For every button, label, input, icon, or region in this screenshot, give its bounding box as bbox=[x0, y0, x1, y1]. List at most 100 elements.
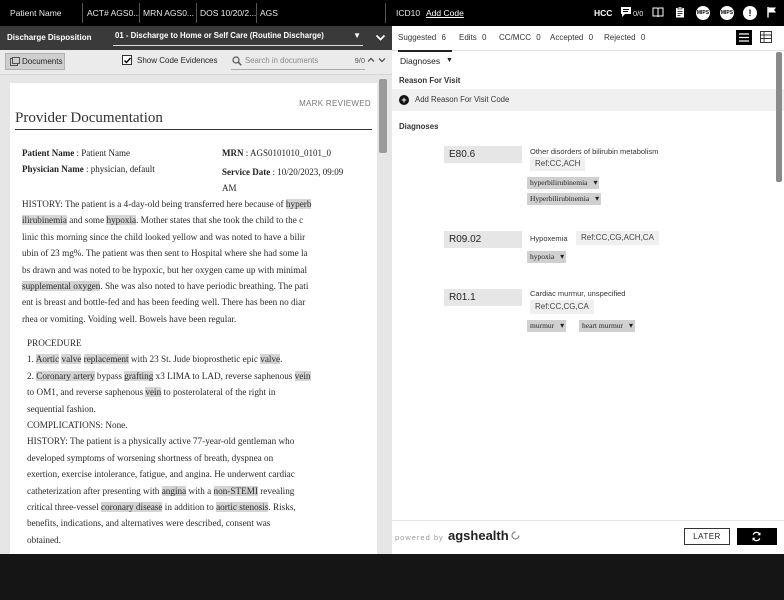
title-divider bbox=[15, 129, 372, 130]
evidence-tag[interactable]: hyperbilirubinemia bbox=[527, 177, 600, 189]
tab-accepted[interactable]: Accepted 0 bbox=[550, 26, 593, 50]
discharge-value: 01 - Discharge to Home or Self Care (Rou… bbox=[115, 31, 324, 40]
message-count: 0/0 bbox=[633, 9, 644, 18]
show-code-evidences-checkbox[interactable] bbox=[122, 55, 132, 65]
grid-view-icon[interactable] bbox=[760, 31, 772, 45]
tab-rejected[interactable]: Rejected 0 bbox=[604, 26, 645, 50]
code-description: Cardiac murmur, unspecified bbox=[530, 289, 626, 298]
caret-down-icon: ▼ bbox=[446, 57, 453, 64]
divider bbox=[139, 3, 140, 23]
divider bbox=[196, 3, 197, 23]
add-reason-label: Add Reason For Visit Code bbox=[415, 95, 510, 104]
code-box[interactable]: E80.6 bbox=[444, 146, 522, 163]
code-tabs: Suggested 6 Edits 0 CC/MCC 0 Accepted 0 … bbox=[392, 26, 784, 52]
documents-icon bbox=[10, 57, 20, 68]
tab-edits-count: 0 bbox=[482, 33, 487, 42]
panel-scrollbar[interactable] bbox=[776, 52, 782, 182]
hcc-label[interactable]: HCC bbox=[594, 0, 612, 26]
history-paragraph: HISTORY: The patient is a 4-day-old bein… bbox=[22, 199, 312, 324]
physician-name-label: Physician Name bbox=[22, 164, 84, 174]
divider bbox=[385, 3, 386, 23]
divider bbox=[82, 3, 83, 23]
powered-by-label: powered by bbox=[395, 533, 444, 542]
coding-panel: Suggested 6 Edits 0 CC/MCC 0 Accepted 0 … bbox=[392, 26, 784, 555]
chevron-down-icon[interactable] bbox=[378, 56, 386, 66]
documents-label: Documents bbox=[22, 57, 63, 66]
discharge-label: Discharge Disposition bbox=[7, 33, 92, 42]
code-description: Other disorders of bilirubin metabolism bbox=[530, 147, 659, 156]
code-box[interactable]: R01.1 bbox=[444, 289, 522, 306]
mrn-number: MRN AGS0... bbox=[143, 8, 195, 18]
book-icon[interactable] bbox=[651, 6, 665, 20]
reason-for-visit-heading: Reason For Visit bbox=[399, 76, 461, 85]
discharge-select[interactable]: 01 - Discharge to Home or Self Care (Rou… bbox=[113, 29, 363, 46]
search-input[interactable]: Search in documents bbox=[245, 53, 318, 69]
evidence-tag[interactable]: murmur bbox=[527, 320, 567, 332]
add-reason-row[interactable]: + Add Reason For Visit Code bbox=[392, 89, 784, 111]
code-description: Hypoxemia bbox=[530, 234, 568, 243]
top-bar: Patient Name ACT# AGS0... MRN AGS0... DO… bbox=[0, 0, 784, 26]
evidence-tag[interactable]: heart murmur bbox=[579, 320, 636, 332]
mrn-label: MRN bbox=[222, 148, 244, 158]
diagnoses-dropdown-label: Diagnoses bbox=[400, 56, 441, 66]
tab-rejected-count: 0 bbox=[640, 33, 646, 42]
date-of-service: DOS 10/20/2... bbox=[200, 8, 256, 18]
discharge-bar: Discharge Disposition 01 - Discharge to … bbox=[0, 26, 392, 50]
evidence-tag[interactable]: Hyperbilirubinemia bbox=[527, 193, 602, 205]
patient-name-label: Patient Name bbox=[22, 148, 75, 158]
patient-name-field: Patient Name : Patient Name bbox=[22, 148, 130, 158]
refresh-button[interactable] bbox=[737, 528, 777, 545]
chevron-down-icon[interactable] bbox=[375, 32, 386, 45]
alert-icon[interactable]: ! bbox=[743, 6, 757, 20]
caret-down-icon: ▼ bbox=[353, 31, 361, 40]
clipboard-icon[interactable] bbox=[673, 6, 687, 20]
service-date-field: Service Date : 10/20/2023, 09:09 AM bbox=[222, 164, 343, 196]
tab-edits[interactable]: Edits 0 bbox=[459, 26, 486, 50]
service-date-value: : 10/20/2023, 09:09 bbox=[270, 167, 344, 177]
bottom-bar bbox=[0, 554, 784, 600]
code-box[interactable]: R09.02 bbox=[444, 231, 522, 248]
add-code-link[interactable]: Add Code bbox=[426, 0, 464, 26]
facility: AGS bbox=[260, 8, 278, 18]
physician-name-value: : physician, default bbox=[83, 164, 155, 174]
document-toolbar: Documents Show Code Evidences Search in … bbox=[0, 50, 392, 75]
mips-icon[interactable]: MIPS bbox=[720, 6, 734, 20]
tab-cc-mcc[interactable]: CC/MCC 0 bbox=[499, 26, 541, 50]
account-number: ACT# AGS0... bbox=[87, 8, 139, 18]
code-system: ICD10 bbox=[396, 8, 421, 18]
mrn-value: : AGS0101010_0101_0 bbox=[243, 148, 332, 158]
flag-icon[interactable] bbox=[765, 6, 779, 20]
service-date-value-cont: AM bbox=[222, 183, 237, 193]
page-title: Provider Documentation bbox=[15, 110, 163, 126]
document-scrollbar[interactable] bbox=[379, 79, 387, 153]
list-view-icon[interactable] bbox=[736, 30, 752, 45]
divider bbox=[256, 3, 257, 23]
tab-edits-label: Edits bbox=[459, 33, 477, 42]
tab-accepted-label: Accepted bbox=[550, 33, 584, 42]
chat-icon[interactable] bbox=[619, 6, 633, 20]
evidence-tag[interactable]: hypoxia bbox=[527, 251, 567, 263]
mrn-field: MRN : AGS0101010_0101_0 bbox=[222, 148, 331, 158]
later-button[interactable]: LATER bbox=[684, 528, 730, 545]
patient-name: Patient Name bbox=[10, 8, 62, 18]
procedure-section: PROCEDURE 1. Aortic valve replacement wit… bbox=[27, 338, 311, 545]
tab-accepted-count: 0 bbox=[588, 33, 594, 42]
show-code-evidences-label: Show Code Evidences bbox=[137, 56, 218, 65]
physician-name-field: Physician Name : physician, default bbox=[22, 164, 155, 174]
search-icon bbox=[232, 56, 242, 68]
mark-reviewed-button[interactable]: MARK REVIEWED bbox=[299, 99, 371, 108]
tab-cc-mcc-label: CC/MCC bbox=[499, 33, 531, 42]
brand-logo: agshealth bbox=[448, 528, 509, 543]
chevron-up-icon[interactable] bbox=[367, 56, 375, 66]
diagnoses-dropdown[interactable]: Diagnoses ▼ bbox=[400, 54, 464, 68]
document-viewer[interactable]: MARK REVIEWED Provider Documentation Pat… bbox=[0, 75, 392, 554]
tab-rejected-label: Rejected bbox=[604, 33, 636, 42]
tab-suggested[interactable]: Suggested 6 bbox=[398, 26, 452, 52]
search-field[interactable]: Search in documents 9/0 bbox=[231, 53, 365, 70]
plus-icon: + bbox=[399, 95, 409, 105]
documents-button[interactable]: Documents bbox=[5, 53, 65, 70]
tab-suggested-label: Suggested bbox=[398, 33, 437, 42]
mips-icon[interactable]: MIPS bbox=[696, 6, 710, 20]
tab-cc-mcc-count: 0 bbox=[536, 33, 541, 42]
document-page: MARK REVIEWED Provider Documentation Pat… bbox=[10, 83, 377, 554]
